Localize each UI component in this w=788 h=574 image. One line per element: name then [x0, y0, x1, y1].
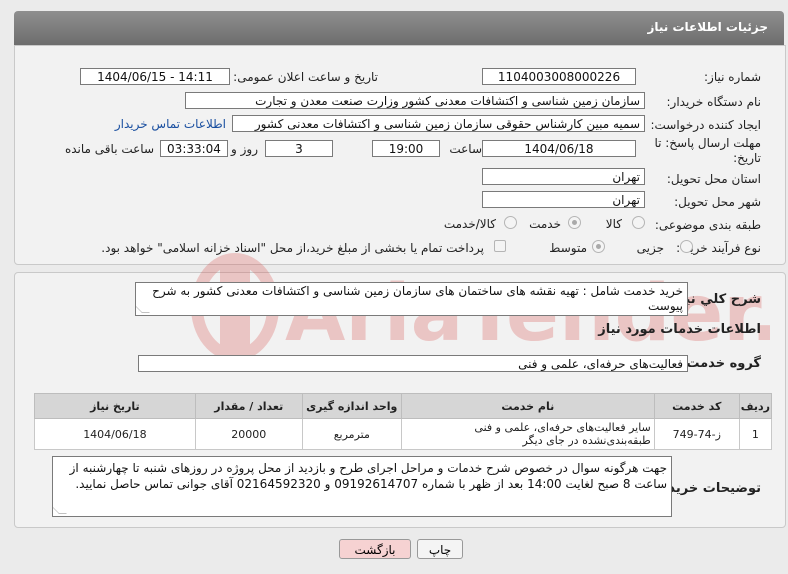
remaining-label: ساعت باقی مانده: [64, 142, 154, 156]
days-label: روز و: [231, 142, 258, 156]
category-service-label: خدمت: [529, 217, 561, 231]
general-desc-text: خرید خدمت شامل : تهیه نقشه های ساختمان ه…: [152, 284, 683, 313]
category-goods-radio[interactable]: [632, 216, 645, 229]
requester-label: ایجاد کننده درخواست:: [650, 118, 761, 132]
remaining-time-field: 03:33:04: [160, 140, 228, 157]
days-field: 3: [265, 140, 333, 157]
general-desc-textarea[interactable]: خرید خدمت شامل : تهیه نقشه های ساختمان ه…: [135, 282, 688, 316]
print-button[interactable]: چاپ: [417, 539, 463, 559]
treasury-checkbox[interactable]: [494, 240, 506, 252]
category-label: طبقه بندی موضوعی:: [654, 218, 761, 232]
buyer-notes-textarea[interactable]: جهت هرگونه سوال در خصوص شرح خدمات و مراح…: [52, 456, 672, 517]
announce-datetime-label: تاریخ و ساعت اعلان عمومی:: [233, 70, 378, 84]
treasury-note: پرداخت تمام یا بخشی از مبلغ خرید،از محل …: [101, 241, 484, 255]
service-name-cell: سایر فعالیت‌های حرفه‌ای، علمی و فنی طبقه…: [400, 418, 655, 450]
province-label: استان محل تحویل:: [666, 172, 761, 186]
page-header: جزئیات اطلاعات نیاز: [14, 11, 784, 45]
buyer-notes-text: جهت هرگونه سوال در خصوص شرح خدمات و مراح…: [69, 461, 667, 491]
city-field: تهران: [482, 191, 645, 208]
announce-datetime-field: 1404/06/15 - 14:11: [80, 68, 230, 85]
purchase-minor-label: جزیی: [636, 241, 664, 255]
need-number-label: شماره نیاز:: [704, 70, 761, 84]
deadline-time-label: ساعت: [449, 142, 482, 156]
city-label: شهر محل تحویل:: [674, 195, 761, 209]
services-info-title: اطلاعات خدمات مورد نیاز: [598, 322, 761, 337]
row-number-cell: 1: [738, 418, 773, 450]
deadline-date-field: 1404/06/18: [482, 140, 636, 157]
quantity-cell: 20000: [194, 418, 303, 450]
table-header-row: ردیف کد خدمت نام خدمت واحد اندازه گیری ت…: [34, 393, 773, 419]
purchase-medium-radio[interactable]: [592, 240, 605, 253]
col-date-header: تاریخ نیاز: [34, 393, 196, 419]
back-button[interactable]: بازگشت: [339, 539, 411, 559]
reply-deadline-date-label: تاریخ:: [733, 151, 761, 165]
buyer-org-field: سازمان زمین شناسی و اکتشافات معدنی کشور …: [185, 92, 645, 109]
resize-grip-icon[interactable]: [53, 506, 67, 514]
buyer-contact-link[interactable]: اطلاعات تماس خریدار: [115, 117, 226, 131]
requester-field: سمیه مبین کارشناس حقوقی سازمان زمین شناس…: [232, 115, 645, 132]
reply-deadline-label: مهلت ارسال پاسخ: تا: [654, 136, 761, 150]
page-title: جزئیات اطلاعات نیاز: [647, 20, 768, 34]
buyer-org-label: نام دستگاه خریدار:: [666, 95, 762, 109]
col-code-header: کد خدمت: [653, 393, 740, 419]
service-group-label: گروه خدمت:: [681, 356, 761, 371]
purchase-minor-radio[interactable]: [680, 240, 693, 253]
col-row-header: ردیف: [738, 393, 773, 419]
unit-cell: مترمربع: [301, 418, 402, 450]
col-name-header: نام خدمت: [400, 393, 655, 419]
need-date-cell: 1404/06/18: [34, 418, 196, 450]
need-number-field: 1104003008000226: [482, 68, 636, 85]
services-table: ردیف کد خدمت نام خدمت واحد اندازه گیری ت…: [34, 393, 773, 450]
col-qty-header: تعداد / مقدار: [194, 393, 303, 419]
service-group-field: فعالیت‌های حرفه‌ای، علمی و فنی: [138, 355, 688, 372]
col-unit-header: واحد اندازه گیری: [301, 393, 402, 419]
resize-grip-icon[interactable]: [136, 305, 150, 313]
purchase-medium-label: متوسط: [549, 241, 587, 255]
category-service-radio[interactable]: [568, 216, 581, 229]
category-both-label: کالا/خدمت: [443, 217, 496, 231]
table-row: 1 ز-74-749 سایر فعالیت‌های حرفه‌ای، علمی…: [34, 418, 773, 450]
category-goods-label: کالا: [605, 217, 622, 231]
province-field: تهران: [482, 168, 645, 185]
category-both-radio[interactable]: [504, 216, 517, 229]
service-code-cell: ز-74-749: [653, 418, 740, 450]
deadline-time-field: 19:00: [372, 140, 440, 157]
